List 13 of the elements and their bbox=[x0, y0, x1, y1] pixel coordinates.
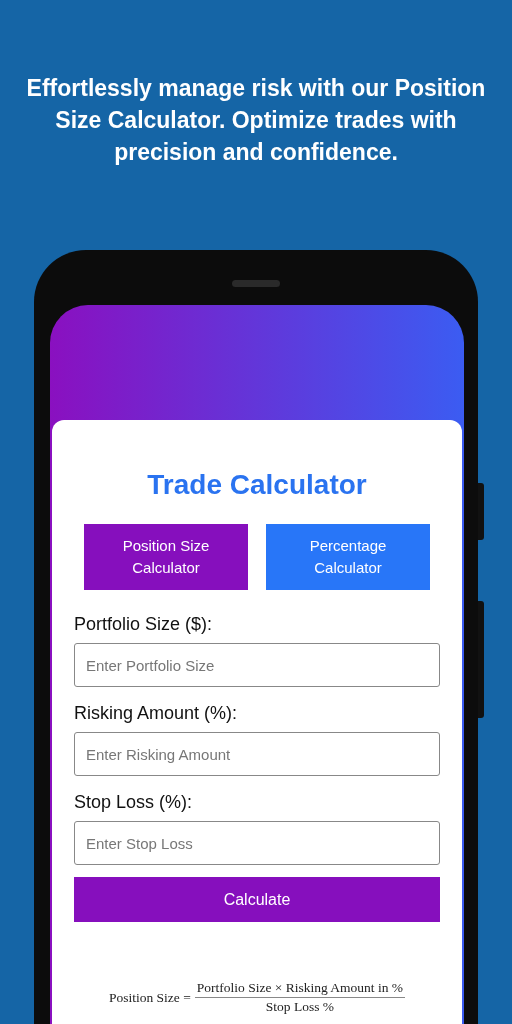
app-title: Trade Calculator bbox=[146, 468, 368, 502]
calculator-tab[interactable]: Percentage Calculator bbox=[266, 524, 430, 590]
input-field[interactable]: Enter Risking Amount bbox=[74, 732, 440, 776]
formula: Position Size = Portfolio Size × Risking Amount in % Stop Loss % bbox=[108, 980, 406, 1015]
headline: Effortlessly manage risk with our Position Size Calculator. Optimize trades with precision and confidence. bbox=[25, 74, 487, 167]
field-label: Stop Loss (%): bbox=[74, 792, 194, 813]
field-label: Risking Amount (%): bbox=[74, 703, 239, 724]
input-field[interactable]: Enter Portfolio Size bbox=[74, 643, 440, 687]
input-field[interactable]: Enter Stop Loss bbox=[74, 821, 440, 865]
field-label: Portfolio Size ($): bbox=[74, 614, 214, 635]
speaker-slot bbox=[232, 280, 280, 287]
calculate-button[interactable]: Calculate bbox=[74, 877, 440, 922]
calculator-tab[interactable]: Position Size Calculator bbox=[84, 524, 248, 590]
